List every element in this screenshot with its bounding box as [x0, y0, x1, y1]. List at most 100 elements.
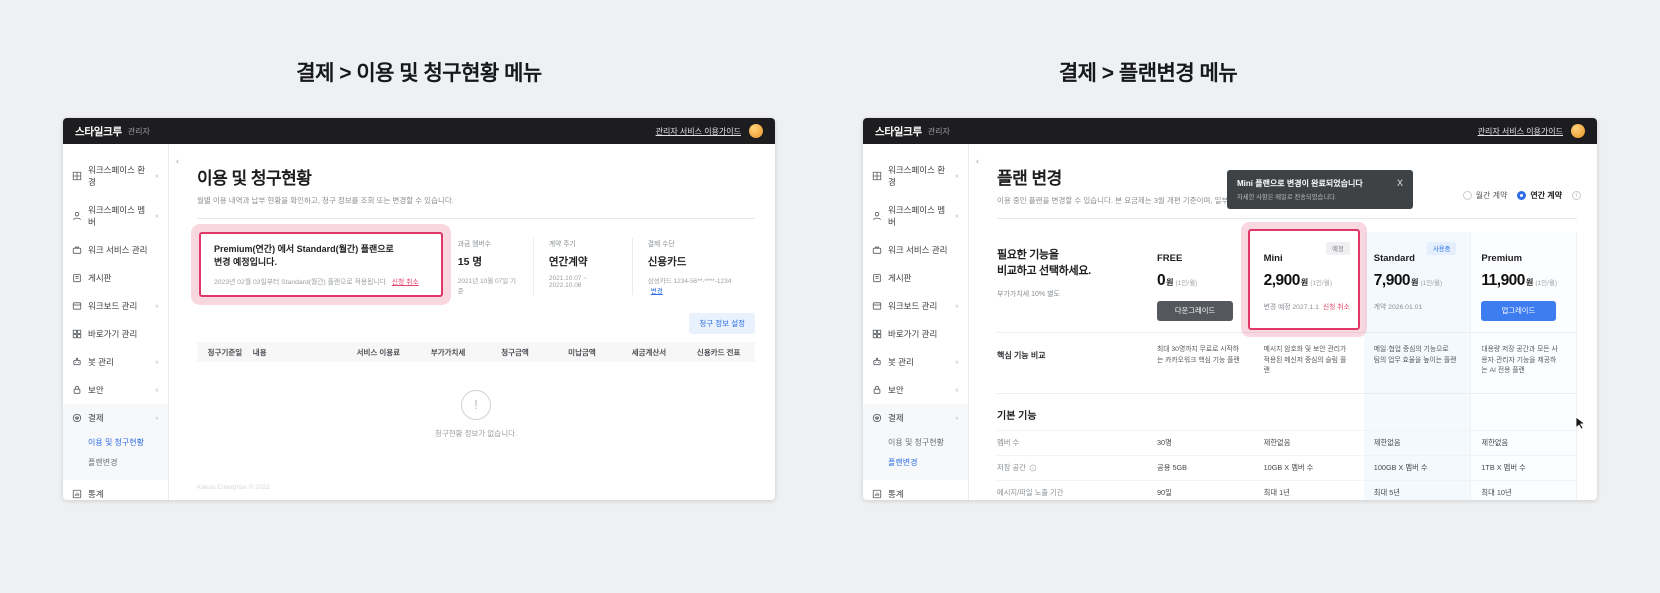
yearly-contract-radio[interactable]: 연간 계약	[1517, 190, 1562, 201]
footer-copyright: Kakao Enterprise © 2022	[197, 484, 270, 491]
exclamation-icon: !	[461, 390, 491, 420]
sidebar-item-5[interactable]: 바로가기 관리	[863, 320, 968, 348]
downgrade-button[interactable]: 다운그레이드	[1157, 301, 1233, 321]
chevron-down-icon: ∨	[955, 387, 959, 393]
bot-icon	[872, 357, 882, 367]
feature-value: 제한없음	[1254, 430, 1364, 455]
chevron-up-icon: ∧	[955, 415, 959, 421]
sidebar-item-8[interactable]: 결제 ∧	[863, 404, 968, 432]
cancel-request-link[interactable]: 신청 취소	[392, 279, 419, 286]
brand-logo: 스타일크루	[875, 124, 922, 139]
board-icon	[72, 273, 82, 283]
chevron-down-icon: ∨	[155, 213, 159, 219]
avatar[interactable]	[1571, 124, 1585, 138]
billing-window: 스타일크루 관리자 관리자 서비스 이용가이드 워크스페이스 환경∨워크스페이스…	[63, 118, 775, 500]
sidebar-item-label: 워크 서비스 관리	[88, 244, 147, 256]
vat-note: 부가가치세 10% 별도	[997, 289, 1133, 299]
info-icon[interactable]	[1029, 464, 1037, 472]
sidebar-item-3[interactable]: 게시판	[63, 264, 168, 292]
toast-title: Mini 플랜으로 변경이 완료되었습니다	[1237, 178, 1363, 189]
sidebar-subitem-1[interactable]: 플랜변경	[88, 452, 168, 472]
sidebar-item-label: 통계	[88, 488, 104, 500]
stat-label: 결제 수단	[648, 238, 740, 248]
empty-state: ! 청구현황 정보가 없습니다.	[197, 390, 755, 439]
feature-value: 공용 5GB	[1147, 455, 1254, 480]
sidebar-subitem-0[interactable]: 이용 및 청구현황	[88, 432, 168, 452]
billing-content: ‹ 이용 및 청구현황 월별 이용 내역과 납부 현황을 확인하고, 청구 정보…	[169, 144, 775, 500]
plan-badge: 예정	[1326, 242, 1350, 255]
sidebar-item-1[interactable]: 워크스페이스 멤버 ∨	[63, 196, 168, 236]
plan-name: Premium	[1481, 253, 1562, 264]
sidebar-item-1[interactable]: 워크스페이스 멤버∨	[863, 196, 968, 236]
sidebar-item-7[interactable]: 보안 ∨	[863, 376, 968, 404]
app-topbar: 스타일크루 관리자 관리자 서비스 이용가이드	[863, 118, 1597, 144]
sidebar-item-0[interactable]: 워크스페이스 환경∨	[63, 156, 168, 196]
sidebar: 워크스페이스 환경∨워크스페이스 멤버∨워크 서비스 관리게시판워크보드 관리∨…	[863, 144, 969, 500]
stat-sub: 2021년 10월 07일 기준	[458, 275, 518, 295]
feature-value: 90일	[1147, 480, 1254, 500]
monthly-contract-radio[interactable]: 월간 계약	[1463, 190, 1508, 201]
sidebar-item-2[interactable]: 워크 서비스 관리	[63, 236, 168, 264]
column-header-7: 신용카드 전표	[682, 347, 755, 358]
billing-info-settings-button[interactable]: 청구 정보 설정	[689, 313, 755, 334]
sidebar-item-5[interactable]: 바로가기 관리	[63, 320, 168, 348]
upgrade-button[interactable]: 업그레이드	[1481, 301, 1555, 321]
workboard-icon	[72, 301, 82, 311]
feature-value: 30명	[1147, 430, 1254, 455]
sidebar-item-label: 결제	[88, 412, 104, 424]
plan-change-notice: Premium(연간) 에서 Standard(월간) 플랜으로 변경 예정입니…	[199, 232, 443, 297]
sidebar-item-8[interactable]: 결제∧	[63, 404, 168, 432]
change-payment-link[interactable]: 변경	[651, 288, 663, 295]
lock-icon	[72, 385, 82, 395]
workspace-env-icon	[872, 171, 882, 181]
sidebar-item-6[interactable]: 봇 관리∨	[63, 348, 168, 376]
sidebar-subitem-1[interactable]: 플랜변경	[888, 452, 968, 472]
sidebar-item-3[interactable]: 게시판	[863, 264, 968, 292]
work-service-icon	[72, 245, 82, 255]
plan-contract-text: 계약 2026.01.01	[1374, 304, 1422, 311]
sidebar-item-2[interactable]: 워크 서비스 관리	[863, 236, 968, 264]
sidebar-item-label: 결제	[888, 412, 904, 424]
avatar[interactable]	[749, 124, 763, 138]
notice-title: Premium(연간) 에서 Standard(월간) 플랜으로 변경 예정입니…	[214, 243, 428, 269]
sidebar-submenu: 이용 및 청구현황플랜변경	[863, 432, 968, 480]
divider	[197, 218, 755, 219]
sidebar-item-9[interactable]: 통계	[863, 480, 968, 500]
chevron-down-icon: ∨	[955, 303, 959, 309]
info-icon[interactable]: i	[1572, 191, 1581, 200]
feature-label-0: 멤버 수	[997, 430, 1147, 455]
billing-table-header: 청구기준일내용서비스 이용료부가가치세청구금액미납금액세금계산서신용카드 전표	[197, 342, 755, 362]
sidebar-item-label: 워크스페이스 멤버	[88, 204, 149, 228]
bot-icon	[72, 357, 82, 367]
stat-label: 과금 멤버수	[458, 238, 518, 248]
sidebar: 워크스페이스 환경∨ 워크스페이스 멤버 ∨ 워크 서비스 관리게시판워크보드 관리∨…	[63, 144, 169, 500]
toast-close-button[interactable]: X	[1397, 178, 1403, 188]
sidebar-subitem-0[interactable]: 이용 및 청구현황	[888, 432, 968, 452]
toast-desc: 자세한 사항은 메일로 전송되었습니다.	[1237, 192, 1363, 201]
sidebar-item-9[interactable]: 통계	[63, 480, 168, 500]
sidebar-item-6[interactable]: 봇 관리∨	[863, 348, 968, 376]
feature-value: 제한없음	[1364, 430, 1471, 455]
sidebar-item-0[interactable]: 워크스페이스 환경∨	[863, 156, 968, 196]
basic-features-title: 기본 기능	[997, 393, 1147, 430]
app-topbar: 스타일크루 관리자 관리자 서비스 이용가이드	[63, 118, 775, 144]
stat-0: 과금 멤버수15 명2021년 10월 07일 기준	[443, 238, 533, 295]
sidebar-item-label: 워크스페이스 환경	[88, 164, 149, 188]
sidebar-item-label: 워크스페이스 멤버	[888, 204, 949, 228]
cancel-request-link[interactable]: 신청 취소	[1323, 304, 1350, 311]
sidebar-collapse-button[interactable]: ‹	[176, 156, 179, 166]
sidebar-collapse-button[interactable]: ‹	[976, 156, 979, 166]
sidebar-item-label: 보안	[888, 384, 904, 396]
feature-value: 1TB X 멤버 수	[1470, 455, 1577, 480]
plan-intro: 필요한 기능을비교하고 선택하세요.부가가치세 10% 별도	[997, 232, 1147, 332]
admin-guide-link[interactable]: 관리자 서비스 이용가이드	[1478, 126, 1563, 137]
brand-sub-label: 관리자	[928, 126, 950, 137]
sidebar-item-label: 봇 관리	[88, 356, 114, 368]
sidebar-item-7[interactable]: 보안∨	[63, 376, 168, 404]
sidebar-item-4[interactable]: 워크보드 관리∨	[63, 292, 168, 320]
admin-guide-link[interactable]: 관리자 서비스 이용가이드	[656, 126, 741, 137]
radio-unchecked-icon	[1463, 191, 1472, 200]
billing-stats: 과금 멤버수15 명2021년 10월 07일 기준계약 주기연간계약2021.…	[443, 232, 755, 295]
toast: Mini 플랜으로 변경이 완료되었습니다 자세한 사항은 메일로 전송되었습니…	[1227, 170, 1413, 209]
sidebar-item-4[interactable]: 워크보드 관리∨	[863, 292, 968, 320]
